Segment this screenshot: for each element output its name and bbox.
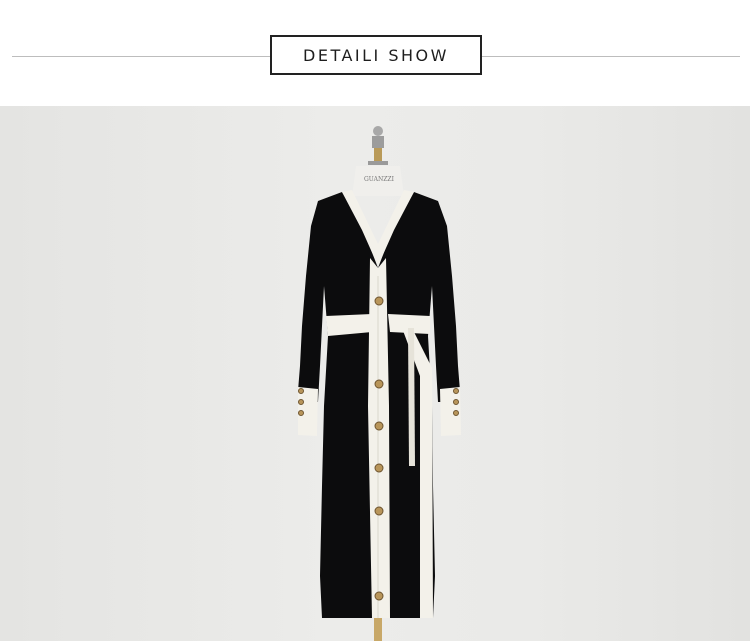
mannequin-top bbox=[368, 126, 388, 165]
mannequin-stand bbox=[374, 618, 382, 641]
mannequin-label: GUANZZI bbox=[364, 176, 395, 183]
section-title-box: DETAILI SHOW bbox=[270, 35, 482, 75]
product-photo: GUANZZI bbox=[0, 106, 750, 641]
section-header: DETAILI SHOW bbox=[0, 0, 750, 106]
dress-illustration: GUANZZI bbox=[298, 126, 461, 641]
header-rule-left bbox=[12, 56, 270, 57]
header-rule-right bbox=[482, 56, 740, 57]
section-title: DETAILI SHOW bbox=[303, 45, 449, 65]
placket-trim bbox=[368, 258, 390, 618]
